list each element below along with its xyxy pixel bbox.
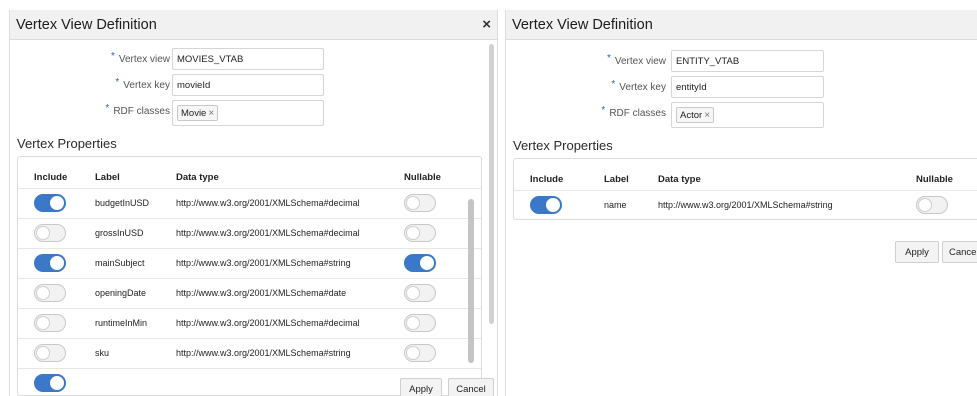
vertex-view-dialog-movies: Vertex View Definition × * Vertex view MO… (9, 10, 498, 396)
nullable-toggle[interactable] (916, 196, 948, 214)
table-row: runtimeInMin http://www.w3.org/2001/XMLS… (18, 308, 481, 338)
row-label: grossInUSD (95, 228, 144, 238)
required-marker: * (115, 76, 120, 88)
vertex-view-dialog-entity: Vertex View Definition * Vertex view ENTI… (505, 10, 977, 396)
required-marker: * (105, 102, 110, 114)
row-data-type: http://www.w3.org/2001/XMLSchema#string (176, 348, 351, 358)
vertex-properties-heading: Vertex Properties (17, 136, 117, 151)
include-toggle[interactable] (34, 284, 66, 302)
rdf-class-chip-label: Actor (680, 109, 703, 121)
row-data-type: http://www.w3.org/2001/XMLSchema#decimal (176, 318, 360, 328)
vertex-view-value: MOVIES_VTAB (177, 53, 244, 65)
rdf-classes-field[interactable]: Movie × (172, 100, 324, 126)
table-scrollbar[interactable] (468, 199, 474, 363)
table-row: openingDate http://www.w3.org/2001/XMLSc… (18, 278, 481, 308)
include-toggle[interactable] (34, 224, 66, 242)
table-row: sku http://www.w3.org/2001/XMLSchema#str… (18, 338, 481, 368)
table-row: name http://www.w3.org/2001/XMLSchema#st… (514, 190, 977, 219)
vertex-key-value: movieId (177, 79, 211, 91)
dialog-title: Vertex View Definition (16, 16, 157, 33)
rdf-class-chip: Movie × (177, 105, 219, 121)
nullable-toggle[interactable] (404, 254, 436, 272)
rdf-classes-label: RDF classes (113, 105, 170, 117)
table-row: mainSubject http://www.w3.org/2001/XMLSc… (18, 248, 481, 278)
row-label: budgetInUSD (95, 198, 150, 208)
row-data-type: http://www.w3.org/2001/XMLSchema#string (658, 200, 833, 210)
vertex-properties-heading: Vertex Properties (513, 138, 613, 153)
vertex-key-label-row: * Vertex key (30, 74, 170, 96)
vertex-properties-table: Include Label Data type Nullable budgetI… (17, 156, 482, 396)
chip-remove-icon[interactable]: × (704, 110, 710, 121)
column-header-include: Include (530, 174, 564, 185)
rdf-class-chip: Actor × (676, 107, 715, 123)
required-marker: * (110, 50, 115, 62)
vertex-key-field[interactable]: movieId (172, 74, 324, 96)
row-data-type: http://www.w3.org/2001/XMLSchema#decimal (176, 198, 360, 208)
rdf-classes-label-row: * RDF classes (30, 100, 170, 122)
vertex-view-label-row: * Vertex view (526, 50, 666, 72)
column-header-label: Label (604, 174, 629, 185)
required-marker: * (601, 104, 606, 116)
row-label: sku (95, 348, 110, 358)
dialog-title-bar: Vertex View Definition (506, 10, 977, 40)
row-data-type: http://www.w3.org/2001/XMLSchema#date (176, 288, 347, 298)
nullable-toggle[interactable] (404, 344, 436, 362)
column-header-nullable: Nullable (916, 174, 953, 185)
row-label: openingDate (95, 288, 147, 298)
vertex-key-value: entityId (676, 81, 707, 93)
vertex-key-field[interactable]: entityId (671, 76, 824, 98)
row-label: mainSubject (95, 258, 145, 268)
apply-button[interactable]: Apply (400, 378, 442, 396)
cancel-button[interactable]: Cance (942, 241, 977, 263)
rdf-classes-label: RDF classes (609, 107, 666, 119)
row-label: name (604, 200, 627, 210)
vertex-view-field[interactable]: MOVIES_VTAB (172, 48, 324, 70)
vertex-view-field[interactable]: ENTITY_VTAB (671, 50, 824, 72)
cancel-button[interactable]: Cancel (448, 378, 494, 396)
include-toggle[interactable] (530, 196, 562, 214)
vertex-properties-table: Include Label Data type Nullable name ht… (513, 158, 977, 220)
rdf-classes-field[interactable]: Actor × (671, 102, 824, 128)
include-toggle[interactable] (34, 374, 66, 392)
vertex-view-label-row: * Vertex view (30, 48, 170, 70)
dialog-scrollbar[interactable] (489, 44, 494, 324)
include-toggle[interactable] (34, 344, 66, 362)
column-header-data-type: Data type (658, 174, 701, 185)
nullable-toggle[interactable] (404, 284, 436, 302)
rdf-class-chip-label: Movie (181, 107, 207, 119)
column-header-label: Label (95, 172, 120, 183)
column-header-include: Include (34, 172, 68, 183)
vertex-key-label: Vertex key (123, 79, 170, 91)
close-icon[interactable]: × (482, 16, 491, 33)
vertex-view-label: Vertex view (614, 55, 666, 67)
include-toggle[interactable] (34, 254, 66, 272)
row-data-type: http://www.w3.org/2001/XMLSchema#decimal (176, 228, 360, 238)
row-data-type: http://www.w3.org/2001/XMLSchema#string (176, 258, 351, 268)
vertex-key-label: Vertex key (619, 81, 666, 93)
nullable-toggle[interactable] (404, 194, 436, 212)
include-toggle[interactable] (34, 314, 66, 332)
table-row: grossInUSD http://www.w3.org/2001/XMLSch… (18, 218, 481, 248)
required-marker: * (606, 52, 611, 64)
include-toggle[interactable] (34, 194, 66, 212)
table-row: budgetInUSD http://www.w3.org/2001/XMLSc… (18, 188, 481, 218)
dialog-title: Vertex View Definition (512, 16, 653, 33)
nullable-toggle[interactable] (404, 314, 436, 332)
nullable-toggle[interactable] (404, 224, 436, 242)
row-label: runtimeInMin (95, 318, 148, 328)
required-marker: * (611, 78, 616, 90)
apply-button[interactable]: Apply (895, 241, 939, 263)
rdf-classes-label-row: * RDF classes (526, 102, 666, 124)
chip-remove-icon[interactable]: × (208, 108, 214, 119)
vertex-view-label: Vertex view (118, 53, 170, 65)
dialog-title-bar: Vertex View Definition × (10, 10, 497, 40)
vertex-view-value: ENTITY_VTAB (676, 55, 740, 67)
column-header-data-type: Data type (176, 172, 219, 183)
vertex-key-label-row: * Vertex key (526, 76, 666, 98)
column-header-nullable: Nullable (404, 172, 441, 183)
